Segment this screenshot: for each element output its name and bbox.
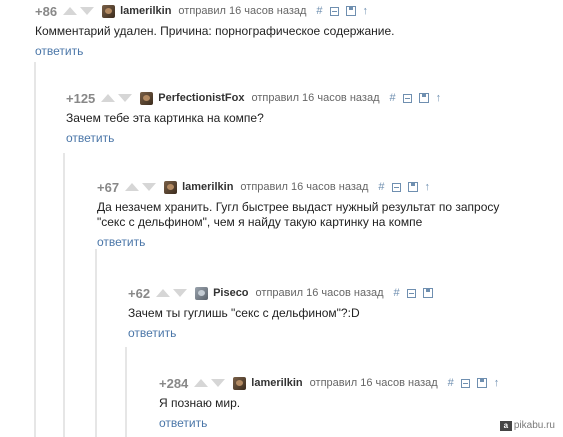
thread-line-4 (125, 347, 127, 437)
comment-score: +125 (66, 90, 96, 106)
comment-header: +125 PerfectionistFox отправил 16 часов … (66, 87, 448, 109)
vote-up-icon[interactable] (63, 7, 78, 15)
avatar[interactable] (164, 180, 178, 194)
comment-text: Комментарий удален. Причина: порнографич… (35, 24, 395, 38)
comment-text: Зачем тебе эта картинка на компе? (66, 111, 264, 125)
reply-link[interactable]: ответить (159, 415, 207, 431)
collapse-icon[interactable] (402, 93, 412, 103)
permalink-hash-icon[interactable]: # (448, 377, 454, 389)
comment-header: +284 lamerilkin отправил 16 часов назад … (159, 372, 506, 394)
comment-text-line-2: "секс с дельфином", чем я найду такую ка… (97, 215, 423, 229)
permalink-hash-icon[interactable]: # (316, 5, 322, 17)
comment-time: отправил 16 часов назад (178, 5, 307, 17)
vote-down-icon[interactable] (80, 7, 95, 15)
username-link[interactable]: PerfectionistFox (158, 92, 244, 104)
save-icon[interactable] (345, 6, 356, 16)
pikabu-watermark: a pikabu.ru (499, 420, 555, 431)
thread-line-2 (63, 153, 65, 437)
reply-link[interactable]: ответить (128, 325, 176, 341)
comment-time: отправил 16 часов назад (240, 181, 369, 193)
comment-score: +67 (97, 179, 120, 195)
username-link[interactable]: lamerilkin (182, 181, 233, 193)
vote-down-icon[interactable] (142, 183, 157, 191)
vote-down-icon[interactable] (173, 289, 188, 297)
collapse-icon[interactable] (391, 182, 401, 192)
permalink-hash-icon[interactable]: # (378, 181, 384, 193)
comment-text-line-1: Да незачем хранить. Гугл быстрее выдаст … (97, 200, 500, 214)
thread-line-3 (95, 249, 97, 437)
pikabu-logo-icon: a (499, 420, 512, 431)
username-link[interactable]: lamerilkin (120, 5, 171, 17)
comment-5: +284 lamerilkin отправил 16 часов назад … (159, 372, 506, 432)
save-icon[interactable] (418, 93, 429, 103)
comment-score: +62 (128, 285, 151, 301)
comment-header: +67 lamerilkin отправил 16 часов назад #… (97, 176, 499, 198)
permalink-hash-icon[interactable]: # (394, 287, 400, 299)
comment-score: +86 (35, 3, 58, 19)
comment-text: Зачем ты гуглишь "секс с дельфином"?:D (128, 306, 360, 320)
comment-4: +62 Piseco отправил 16 часов назад # Зач… (128, 282, 440, 342)
username-link[interactable]: Piseco (213, 287, 248, 299)
username-link[interactable]: lamerilkin (251, 377, 302, 389)
comment-score: +284 (159, 375, 189, 391)
avatar[interactable] (195, 286, 209, 300)
reply-link[interactable]: ответить (66, 130, 114, 146)
comment-header: +62 Piseco отправил 16 часов назад # (128, 282, 440, 304)
comment-1: +86 lamerilkin отправил 16 часов назад #… (35, 0, 394, 60)
vote-up-icon[interactable] (194, 379, 209, 387)
comment-header: +86 lamerilkin отправил 16 часов назад #… (35, 0, 394, 22)
vote-down-icon[interactable] (118, 94, 133, 102)
collapse-icon[interactable] (460, 378, 470, 388)
collapse-icon[interactable] (406, 288, 416, 298)
parent-arrow-icon[interactable]: ↑ (363, 5, 369, 17)
save-icon[interactable] (422, 288, 433, 298)
permalink-hash-icon[interactable]: # (389, 92, 395, 104)
comment-time: отправил 16 часов назад (309, 377, 438, 389)
save-icon[interactable] (476, 378, 487, 388)
vote-down-icon[interactable] (211, 379, 226, 387)
collapse-icon[interactable] (329, 6, 339, 16)
avatar[interactable] (102, 4, 116, 18)
vote-up-icon[interactable] (125, 183, 140, 191)
comment-time: отправил 16 часов назад (255, 287, 384, 299)
thread-line-1 (34, 62, 36, 437)
vote-up-icon[interactable] (101, 94, 116, 102)
comment-time: отправил 16 часов назад (251, 92, 380, 104)
reply-link[interactable]: ответить (97, 234, 145, 250)
comment-3: +67 lamerilkin отправил 16 часов назад #… (97, 176, 499, 251)
avatar[interactable] (140, 91, 154, 105)
save-icon[interactable] (407, 182, 418, 192)
vote-up-icon[interactable] (156, 289, 171, 297)
parent-arrow-icon[interactable]: ↑ (436, 92, 442, 104)
reply-link[interactable]: ответить (35, 43, 83, 59)
comment-text: Я познаю мир. (159, 396, 241, 410)
comment-2: +125 PerfectionistFox отправил 16 часов … (66, 87, 448, 147)
parent-arrow-icon[interactable]: ↑ (494, 377, 500, 389)
avatar[interactable] (233, 376, 247, 390)
parent-arrow-icon[interactable]: ↑ (425, 181, 431, 193)
watermark-text: pikabu.ru (513, 420, 555, 431)
